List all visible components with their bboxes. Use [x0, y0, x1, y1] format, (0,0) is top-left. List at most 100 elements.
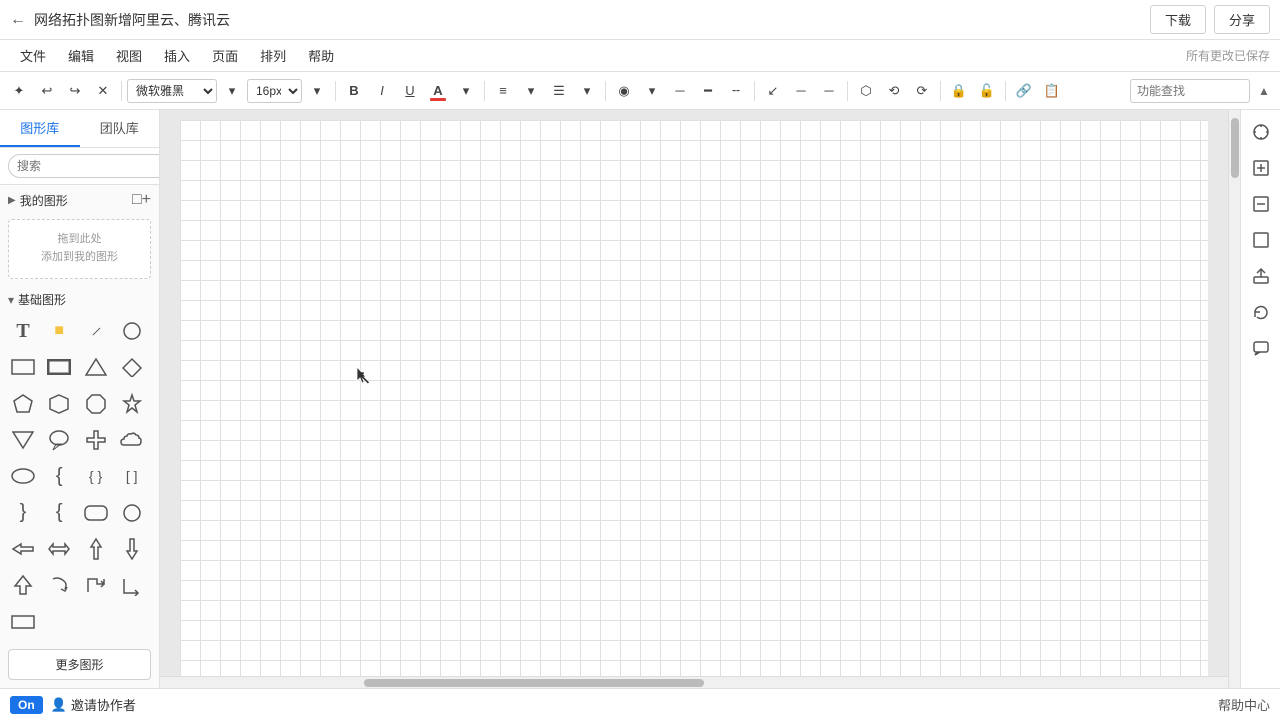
shape-brace-left[interactable]: { [44, 461, 74, 491]
drawing-canvas[interactable] [180, 120, 1208, 678]
history-button[interactable] [1245, 296, 1277, 328]
fillcolor-dropdown[interactable]: ▾ [639, 78, 665, 104]
undo-button[interactable]: ↩ [34, 78, 60, 104]
align-left-button[interactable]: ≡ [490, 78, 516, 104]
italic-button[interactable]: I [369, 78, 395, 104]
sidebar-search-input[interactable] [8, 154, 160, 178]
help-center-link[interactable]: 帮助中心 [1218, 695, 1270, 714]
unlock-button[interactable]: 🔓 [974, 78, 1000, 104]
linecolor-button[interactable]: ─ [667, 78, 693, 104]
lock-button[interactable]: 🔒 [946, 78, 972, 104]
more-shapes-button[interactable]: 更多图形 [8, 649, 151, 680]
fillcolor-button[interactable]: ◉ [611, 78, 637, 104]
page-view-button[interactable] [1245, 224, 1277, 256]
my-shapes-section[interactable]: ▶ 我的图形 □+ [0, 185, 159, 215]
tab-shapes[interactable]: 图形库 [0, 110, 80, 147]
shape-circle2[interactable] [117, 498, 147, 528]
fontsize-dropdown-btn[interactable]: ▾ [304, 78, 330, 104]
fontcolor-button[interactable]: A [425, 78, 451, 104]
horizontal-scrollbar[interactable] [160, 676, 1228, 688]
shape-brace-l2[interactable]: { [44, 498, 74, 528]
waypoint-button[interactable]: ⬡ [853, 78, 879, 104]
shape-arrow-up[interactable] [81, 534, 111, 564]
back-button[interactable]: ← [10, 11, 26, 29]
comments-button[interactable] [1245, 332, 1277, 364]
align-dropdown[interactable]: ▾ [518, 78, 544, 104]
underline-button[interactable]: U [397, 78, 423, 104]
toolbar-collapse-button[interactable]: ▲ [1254, 78, 1274, 104]
shape-arrow-both[interactable] [44, 534, 74, 564]
shape-rect2[interactable] [8, 607, 38, 637]
shape-arrow-corner[interactable] [117, 570, 147, 600]
add-shape-icon[interactable]: □+ [132, 191, 151, 209]
linestyle-button[interactable]: ╌ [723, 78, 749, 104]
zoom-out-button[interactable] [1245, 188, 1277, 220]
list-button[interactable]: ☰ [546, 78, 572, 104]
toolbar-extra[interactable]: ✦ [6, 78, 32, 104]
shape-down-triangle[interactable] [8, 425, 38, 455]
shape-arrow-curved[interactable] [44, 570, 74, 600]
menu-arrange[interactable]: 排列 [250, 42, 296, 69]
connection-end-button[interactable]: ─ [816, 78, 842, 104]
download-button[interactable]: 下载 [1150, 5, 1206, 34]
shape-bracket-right[interactable]: } [8, 498, 38, 528]
share-button[interactable]: 分享 [1214, 5, 1270, 34]
menu-help[interactable]: 帮助 [298, 42, 344, 69]
vertical-scrollbar-thumb[interactable] [1231, 118, 1239, 178]
feature-search-input[interactable] [1130, 79, 1250, 103]
connection-style-button[interactable]: ─ [788, 78, 814, 104]
fontcolor-dropdown[interactable]: ▾ [453, 78, 479, 104]
shape-rect-thick[interactable] [44, 352, 74, 382]
menu-page[interactable]: 页面 [202, 42, 248, 69]
list-dropdown[interactable]: ▾ [574, 78, 600, 104]
shape-oval[interactable] [8, 461, 38, 491]
shape-brace-both[interactable]: { } [81, 461, 111, 491]
vertical-scrollbar[interactable] [1228, 110, 1240, 688]
tab-team[interactable]: 团队库 [80, 110, 160, 147]
shape-line[interactable]: ─ [74, 312, 116, 352]
format-button[interactable]: 📋 [1039, 78, 1065, 104]
shape-bracket[interactable]: [ ] [117, 461, 147, 491]
disconnect-button[interactable]: ⟳ [909, 78, 935, 104]
shape-arrow-left[interactable] [8, 534, 38, 564]
shape-rect-round[interactable] [81, 498, 111, 528]
menu-insert[interactable]: 插入 [154, 42, 200, 69]
shape-pentagon[interactable] [8, 389, 38, 419]
font-dropdown-btn[interactable]: ▾ [219, 78, 245, 104]
fontsize-selector[interactable]: 16px [247, 79, 302, 103]
linewidth-button[interactable]: ━ [695, 78, 721, 104]
menu-view[interactable]: 视图 [106, 42, 152, 69]
redo-button[interactable]: ↪ [62, 78, 88, 104]
invite-collaborator-button[interactable]: 👤 邀请协作者 [51, 695, 136, 714]
font-selector[interactable]: 微软雅黑 [127, 79, 217, 103]
fit-page-button[interactable] [1245, 116, 1277, 148]
menubar: 文件 编辑 视图 插入 页面 排列 帮助 所有更改已保存 [0, 40, 1280, 72]
shape-arrow-down[interactable] [117, 534, 147, 564]
shape-callout[interactable] [44, 425, 74, 455]
shape-star[interactable] [117, 389, 147, 419]
shape-arrow-up2[interactable] [8, 570, 38, 600]
menu-file[interactable]: 文件 [10, 42, 56, 69]
shape-triangle[interactable] [81, 352, 111, 382]
export-button[interactable] [1245, 260, 1277, 292]
shape-diamond[interactable] [117, 352, 147, 382]
shape-cross[interactable] [81, 425, 111, 455]
clear-button[interactable]: ✕ [90, 78, 116, 104]
shape-text[interactable]: T [8, 316, 38, 346]
shape-sticky-note[interactable]: ■ [44, 316, 74, 346]
shape-circle[interactable] [117, 316, 147, 346]
shape-octagon[interactable] [81, 389, 111, 419]
bold-button[interactable]: B [341, 78, 367, 104]
menu-edit[interactable]: 编辑 [58, 42, 104, 69]
shape-hexagon[interactable] [44, 389, 74, 419]
link-button[interactable]: 🔗 [1011, 78, 1037, 104]
connect-button[interactable]: ⟲ [881, 78, 907, 104]
shape-cloud[interactable] [117, 425, 147, 455]
connection-start-button[interactable]: ↙ [760, 78, 786, 104]
shape-rect-thin[interactable] [8, 352, 38, 382]
zoom-in-button[interactable] [1245, 152, 1277, 184]
canvas-area[interactable] [160, 110, 1228, 688]
shape-arrow-step[interactable] [81, 570, 111, 600]
horizontal-scrollbar-thumb[interactable] [364, 679, 704, 687]
basic-shapes-label[interactable]: 基础图形 [0, 287, 159, 312]
